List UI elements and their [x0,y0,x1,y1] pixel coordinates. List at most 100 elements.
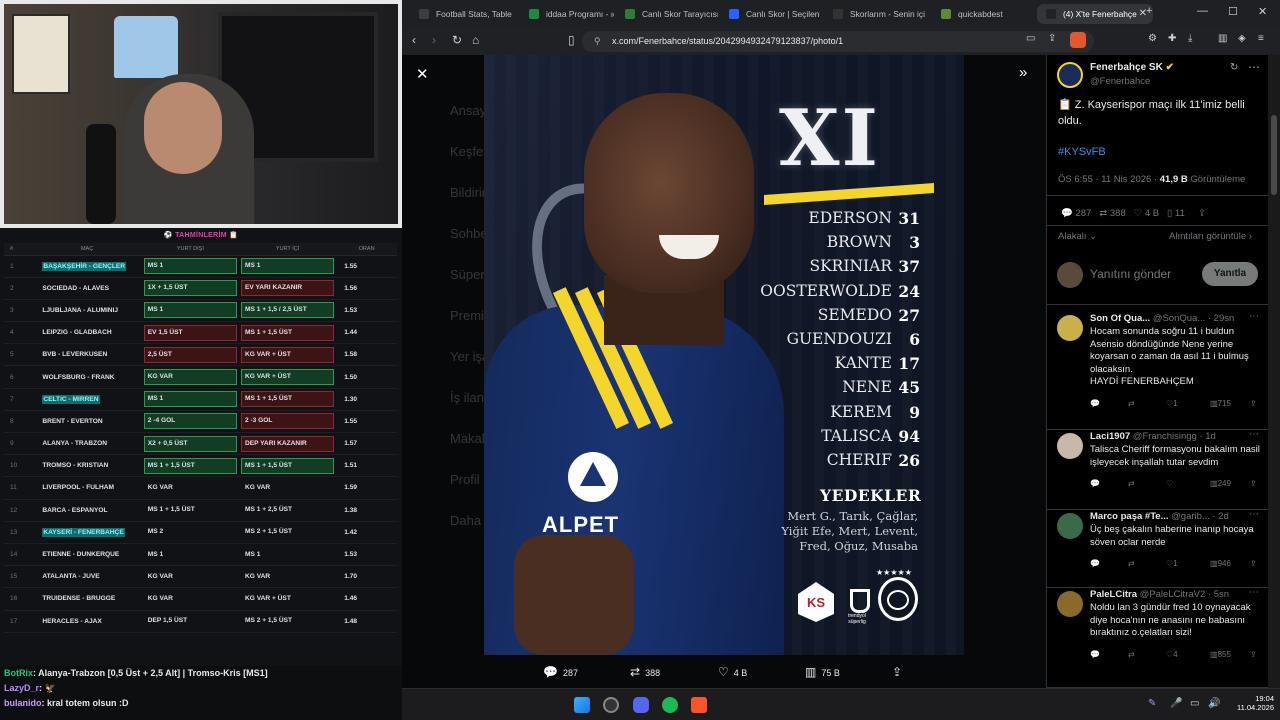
tweet-stats: 💬 287 ⇄ 388 ♡ 4 B ▯ 11 ⇪ [1061,208,1206,219]
scrollbar[interactable] [1268,55,1280,688]
reply-more-icon[interactable]: ⋯ [1249,429,1259,440]
brave-icon[interactable] [691,697,707,713]
volume-icon[interactable]: 🔊 [1208,698,1220,709]
minimize-icon[interactable]: — [1197,5,1208,17]
brave-shield-icon[interactable] [1070,32,1086,48]
lineup-player: BROWN 3 [732,233,920,252]
player-number: 6 [909,330,920,349]
expand-panel-icon[interactable]: » [1019,64,1027,81]
menu-icon[interactable]: ≡ [1258,33,1264,44]
reply-item[interactable]: Marco paşa #Te... @garib... · 2d Üç beş ç… [1090,511,1262,571]
home-icon[interactable]: ⌂ [472,33,479,47]
browser-tab[interactable]: (4) X'te Fenerbahçe ✕ [1037,4,1153,24]
reply-avatar[interactable] [1057,315,1083,341]
start-icon[interactable] [574,697,590,713]
share-icon[interactable]: ⇪ [1048,33,1056,44]
discord-icon[interactable] [633,697,649,713]
author-handle[interactable]: @Fenerbahce [1090,76,1150,87]
reply-text: Üç beş çakalın haberine inanıp hocaya sö… [1090,524,1254,548]
back-icon[interactable]: ‹ [412,33,416,47]
vpn-icon[interactable]: ◈ [1238,33,1246,44]
odds-cell: 1.57 [336,432,397,456]
reply-more-icon[interactable]: ⋯ [1249,509,1259,520]
chat-text: : kral totem olsun :D [41,698,129,708]
spotify-icon[interactable] [662,697,678,713]
table-row: 7 CELTIC - MIRREN MS 1 MS 1 + 1,5 ÜST 1.30 [4,388,397,411]
bookmark-page-icon[interactable]: ▯ [568,33,575,47]
viewer-reply-button[interactable]: 💬 287 [543,665,578,679]
domestic-pick-cell: MS 2 + 1,5 ÜST [238,521,337,544]
windows-taskbar: ✎ 🎤 ▭ 🔊 19:04 11.04.2026 [402,688,1280,720]
viewer-like-button[interactable]: ♡ 4 B [718,665,747,679]
views-icon: ▥ 249 [1210,479,1231,488]
abroad-pick-cell: 2 -4 GOL [141,410,239,434]
reply-item[interactable]: Son Of Qua... @SonQua... · 29sn Hocam son… [1090,313,1262,411]
reply-handle: @SonQua... · 29sn [1152,313,1235,324]
url-field[interactable]: x.com/Fenerbahce/status/2042994932479123… [582,31,1094,52]
author-name[interactable]: Fenerbahçe SK ✔ [1090,62,1174,73]
tab-favicon-icon [941,9,951,19]
odds-cell: 1.70 [336,565,397,589]
network-icon[interactable]: ▭ [1190,698,1199,709]
odds-cell: 1.30 [336,388,397,411]
extension-icon[interactable]: ⚙ [1148,33,1157,44]
reply-avatar[interactable] [1057,513,1083,539]
viewer-views-button[interactable]: ▥ 75 B [805,665,840,679]
table-row: 14 ETIENNE - DUNKERQUE MS 1 MS 1 1.53 [4,543,397,567]
mic-icon[interactable]: 🎤 [1170,698,1182,709]
reply-more-icon[interactable]: ⋯ [1249,311,1259,322]
browser-tab[interactable]: quickabdest [932,4,1034,24]
sidebar-icon[interactable]: ▥ [1218,33,1227,44]
abroad-pick-cell: MS 1 + 1,5 ÜST [141,454,239,478]
clock[interactable]: 19:04 11.04.2026 [1234,694,1274,712]
share-icon: ⇪ [1197,208,1206,219]
grok-icon[interactable]: ↻ [1230,62,1238,73]
reply-item[interactable]: PaleLCitra @PaleLCitraV2 · 5sn Noldu lan … [1090,589,1262,662]
browser-tab[interactable]: iddaa Programı - ıdd [520,4,614,24]
forward-icon[interactable]: › [432,33,436,47]
reply-avatar[interactable] [1057,433,1083,459]
abroad-pick-cell: KG VAR [141,476,239,500]
browser-tab[interactable]: Canlı Skor Tarayıcısı [616,4,718,24]
app-icon[interactable] [603,697,619,713]
domestic-pick-cell: MS 1 + 1,5 ÜST [238,321,337,345]
sort-dropdown[interactable]: Alakalı ⌄ [1058,231,1097,242]
browser-tab[interactable]: Canlı Skor | Seçilen n [720,4,822,24]
row-number: 4 [4,321,33,345]
maximize-icon[interactable]: ☐ [1228,5,1238,18]
reply-input[interactable]: Yanıtını gönder [1090,267,1171,281]
close-viewer-icon[interactable]: ✕ [416,65,429,83]
view-quotes-link[interactable]: Alıntıları görüntüle › [1169,231,1252,242]
subs-title: YEDEKLER [820,486,922,505]
reload-icon[interactable]: ↻ [452,33,462,47]
table-row: 13 KAYSERİ - FENERBAHÇE MS 2 MS 2 + 1,5 ÜST… [4,521,397,544]
table-row: 17 HERACLES - AJAX DEP 1,5 ÜST MS 2 + 1,5 Ü… [4,610,397,633]
more-icon[interactable]: ⋯ [1248,60,1260,74]
browser-tab[interactable]: Football Stats, Table [410,4,518,24]
reply-avatar[interactable] [1057,591,1083,617]
browser-tab[interactable]: Skorlarım - Senin içi [824,4,930,24]
author-avatar[interactable] [1057,62,1083,88]
lineup-player: EDERSON 31 [732,209,920,228]
views-icon: ▥ 715 [1210,398,1231,408]
heart-icon: ♡ 4 [1166,649,1178,659]
viewer-retweet-button[interactable]: ⇄ 388 [630,665,660,679]
my-avatar [1057,262,1083,288]
player-number: 24 [898,281,920,301]
table-header: # [4,243,33,256]
pen-icon[interactable]: ✎ [1148,698,1156,709]
close-window-icon[interactable]: ✕ [1258,5,1267,18]
reply-more-icon[interactable]: ⋯ [1249,587,1259,598]
download-icon[interactable]: ⤓ [1188,33,1192,44]
chat-text: : 🦅 [39,683,56,693]
puzzle-icon[interactable]: ✚ [1168,33,1176,44]
site-info-icon[interactable]: ⚲ [594,36,601,47]
cast-icon[interactable]: ▭ [1026,33,1035,44]
viewer-share-button[interactable]: ⇪ [892,665,907,679]
player-head [584,93,754,293]
tweet-hashtag[interactable]: #KYSvFB [1058,146,1106,158]
table-row: 5 BVB - LEVERKUSEN 2,5 ÜST KG VAR + ÜST 1.58 [4,343,397,367]
reply-item[interactable]: Laci1907 @Franchisingg · 1d Talisca Cheri… [1090,431,1262,491]
new-tab-icon[interactable]: + [1146,5,1152,17]
reply-button[interactable]: Yanıtla [1202,262,1258,286]
